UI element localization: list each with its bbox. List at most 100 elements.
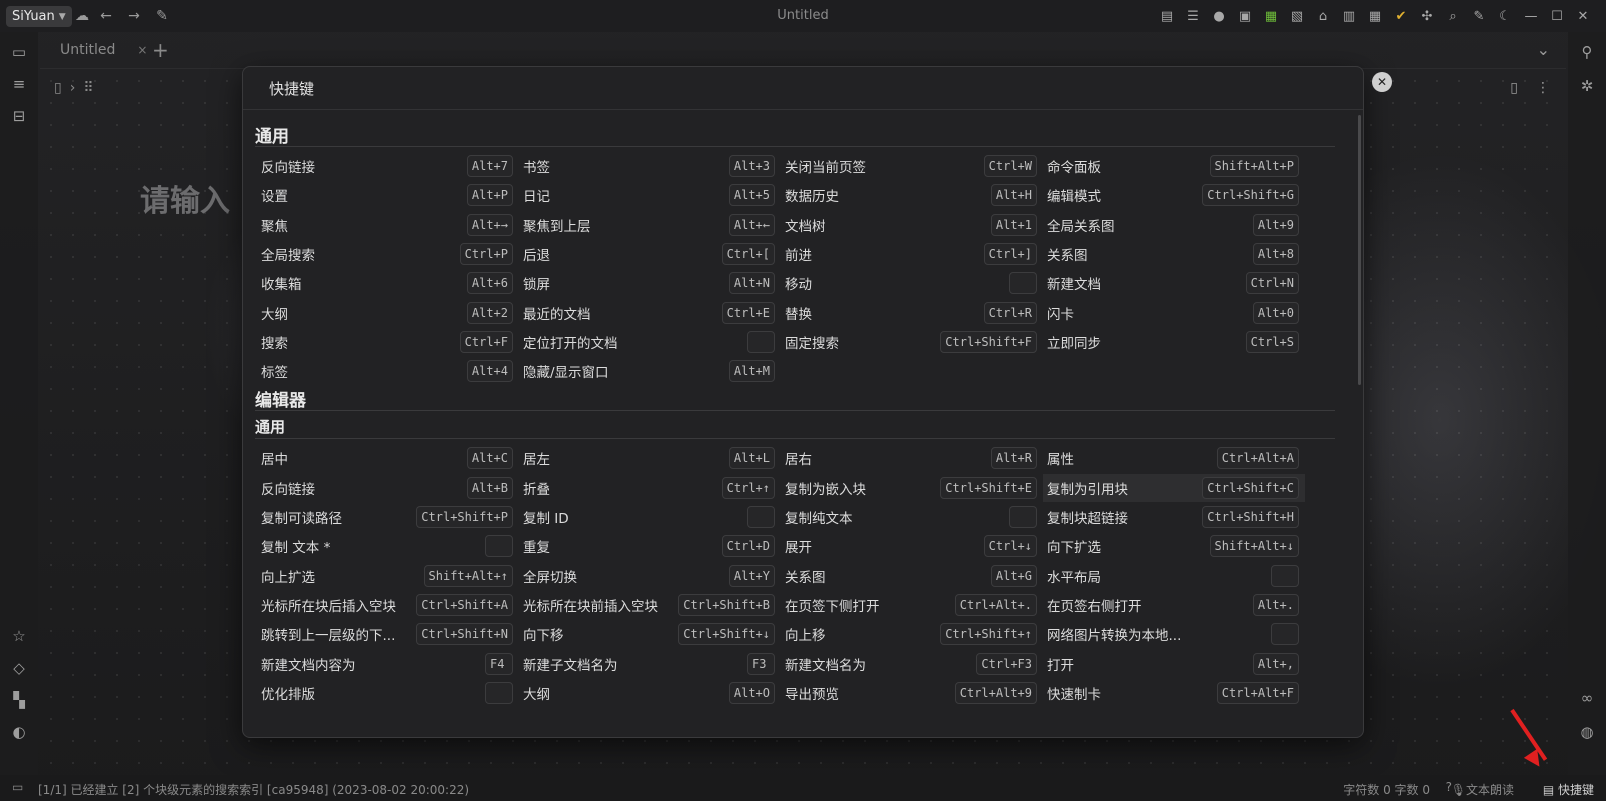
book-icon[interactable]: ▥	[1338, 6, 1360, 26]
shortcut-key-input[interactable]: Alt+B	[466, 476, 513, 499]
shortcut-key-input[interactable]: Ctrl+↓	[983, 535, 1037, 558]
shortcut-key-input[interactable]: Ctrl+N	[1245, 272, 1299, 295]
shortcut-key-input[interactable]: Ctrl+Alt+A	[1216, 447, 1299, 470]
doc-icon[interactable]: ▯	[54, 80, 62, 96]
close-window-icon[interactable]: ✕	[1572, 6, 1594, 26]
shortcut-key-input[interactable]: Ctrl+↑	[721, 476, 775, 499]
shortcut-key-input[interactable]: Ctrl+D	[721, 535, 775, 558]
shortcut-key-input[interactable]: Alt+C	[466, 447, 513, 470]
shortcut-key-input[interactable]: Ctrl+W	[983, 155, 1037, 177]
table-icon[interactable]: ▦	[1364, 6, 1386, 26]
shortcut-key-input[interactable]: Ctrl+E	[721, 301, 775, 324]
tab-list-chevron-icon[interactable]: ⌄	[1537, 40, 1550, 59]
shortcut-key-input[interactable]: Alt+←	[728, 213, 775, 236]
tts-button[interactable]: 🎙文本朗读	[1451, 781, 1514, 798]
shirt-icon[interactable]: ⌂	[1312, 6, 1334, 26]
shortcut-key-input[interactable]: Alt+0	[1252, 301, 1299, 324]
shortcut-key-input[interactable]	[1271, 564, 1299, 587]
tag-icon[interactable]: ◇	[9, 658, 29, 678]
tab-close-icon[interactable]: ×	[137, 43, 147, 57]
shortcut-key-input[interactable]	[747, 506, 775, 528]
shortcut-key-input[interactable]: Alt+P	[466, 184, 513, 207]
shortcut-key-input[interactable]: Alt+M	[728, 360, 775, 383]
shortcut-key-input[interactable]: Alt+,	[1252, 652, 1299, 675]
shortcut-key-input[interactable]: Alt+Y	[728, 564, 775, 587]
shortcut-key-input[interactable]: Ctrl+S	[1245, 330, 1299, 353]
tab-untitled[interactable]: Untitled ×	[48, 32, 154, 68]
shortcut-key-input[interactable]: Alt+G	[990, 564, 1037, 587]
puzzle-icon[interactable]: ✣	[1416, 6, 1438, 26]
search-icon[interactable]: ⌕	[1442, 6, 1464, 26]
global-graph-icon[interactable]: ✲	[1577, 76, 1597, 96]
bookmark-icon[interactable]: ☆	[9, 626, 29, 646]
plugin-icon[interactable]: ▤	[1156, 6, 1178, 26]
dialog-scrollbar[interactable]	[1358, 115, 1361, 385]
shortcut-key-input[interactable]: Alt+3	[728, 155, 775, 177]
theme-icon[interactable]: ◍	[1577, 722, 1597, 742]
minimize-icon[interactable]: —	[1520, 6, 1542, 26]
shortcut-key-input[interactable]: Alt+R	[990, 447, 1037, 470]
shortcut-key-input[interactable]: Ctrl+Alt+F	[1216, 681, 1299, 704]
shortcut-key-input[interactable]: Ctrl+F3	[976, 652, 1037, 675]
moon-icon[interactable]: ☾	[1494, 6, 1516, 26]
shortcut-key-input[interactable]: Alt+8	[1252, 242, 1299, 265]
shortcut-key-input[interactable]: Alt+N	[728, 272, 775, 295]
shortcut-key-input[interactable]: Ctrl+[	[721, 242, 775, 265]
image-icon[interactable]: ▣	[1234, 6, 1256, 26]
shortcut-key-input[interactable]: Alt+9	[1252, 213, 1299, 236]
shortcut-key-input[interactable]: Alt+L	[728, 447, 775, 470]
grid-icon[interactable]: ▦	[1260, 6, 1282, 26]
info-icon[interactable]: ◐	[9, 722, 29, 742]
folder-icon[interactable]: ▭	[9, 42, 29, 62]
maximize-icon[interactable]: ☐	[1546, 6, 1568, 26]
shortcut-key-input[interactable]: Ctrl+Shift+B	[678, 593, 775, 616]
dialog-close-icon[interactable]: ✕	[1372, 72, 1392, 92]
shortcut-key-input[interactable]: Shift+Alt+↓	[1209, 535, 1299, 558]
shortcut-key-input[interactable]: Alt+→	[466, 213, 513, 236]
shortcut-key-input[interactable]: Alt+1	[990, 213, 1037, 236]
shortcut-key-input[interactable]: Ctrl+Shift+↑	[940, 623, 1037, 646]
shortcut-key-input[interactable]: Shift+Alt+P	[1209, 155, 1299, 177]
shortcut-key-input[interactable]: Alt+4	[466, 360, 513, 383]
shortcut-key-input[interactable]: Ctrl+Shift+E	[940, 476, 1037, 499]
shortcut-key-input[interactable]: Alt+H	[990, 184, 1037, 207]
shortcut-key-input[interactable]: Ctrl+Shift+H	[1202, 506, 1299, 528]
shortcut-key-input[interactable]: Ctrl+Shift+C	[1202, 476, 1299, 499]
picture-icon[interactable]: ▧	[1286, 6, 1308, 26]
more-icon[interactable]: ⋮	[1536, 80, 1550, 96]
shortcut-key-input[interactable]	[1009, 506, 1037, 528]
shortcut-key-input[interactable]: Ctrl+Alt+9	[954, 681, 1037, 704]
shortcut-key-input[interactable]: Ctrl+R	[983, 301, 1037, 324]
check-badge-icon[interactable]: ✔	[1390, 6, 1412, 26]
outline-icon[interactable]: ≡	[9, 74, 29, 94]
shortcut-key-input[interactable]: Alt+5	[728, 184, 775, 207]
shortcut-key-input[interactable]: Ctrl+Shift+↓	[678, 623, 775, 646]
inbox-icon[interactable]: ⊟	[9, 106, 29, 126]
shortcut-key-input[interactable]: Ctrl+Shift+P	[416, 506, 513, 528]
shortcut-key-input[interactable]	[747, 330, 775, 353]
shortcut-key-input[interactable]: Ctrl+F	[459, 330, 513, 353]
shortcut-key-input[interactable]: F3	[747, 652, 775, 675]
file-icon[interactable]: ▯	[1510, 80, 1518, 96]
shortcut-key-input[interactable]: Ctrl+P	[459, 242, 513, 265]
dialog-body[interactable]: 通用 反向链接 Alt+7 书签 Alt+3 关闭当前页签 Ctrl+W 命令面板 Shift+…	[243, 110, 1355, 737]
shortcut-key-input[interactable]: Alt+7	[466, 155, 513, 177]
shortcut-key-input[interactable]	[1009, 272, 1037, 295]
list-icon[interactable]: ☰	[1182, 6, 1204, 26]
shortcut-key-input[interactable]: Alt+.	[1252, 593, 1299, 616]
shortcut-key-input[interactable]: Ctrl+]	[983, 242, 1037, 265]
shortcut-key-input[interactable]	[1271, 623, 1299, 646]
shortcuts-button[interactable]: ▤ 快捷键	[1543, 781, 1594, 798]
dock-toggle-icon[interactable]: ▭	[12, 780, 23, 794]
doc-title[interactable]: 请输入	[140, 176, 230, 220]
shortcut-key-input[interactable]: Shift+Alt+↑	[423, 564, 513, 587]
link-icon[interactable]: ∞	[1577, 688, 1597, 708]
new-tab-icon[interactable]: +	[152, 38, 169, 62]
mic-icon[interactable]: ●	[1208, 6, 1230, 26]
shortcut-key-input[interactable]: Alt+6	[466, 272, 513, 295]
shortcut-key-input[interactable]: Alt+O	[728, 681, 775, 704]
drag-handle-icon[interactable]: ⠿	[83, 80, 93, 96]
shortcut-key-input[interactable]: Ctrl+Alt+.	[954, 593, 1037, 616]
shortcut-key-input[interactable]: Alt+2	[466, 301, 513, 324]
dashboard-icon[interactable]: ▚	[9, 690, 29, 710]
